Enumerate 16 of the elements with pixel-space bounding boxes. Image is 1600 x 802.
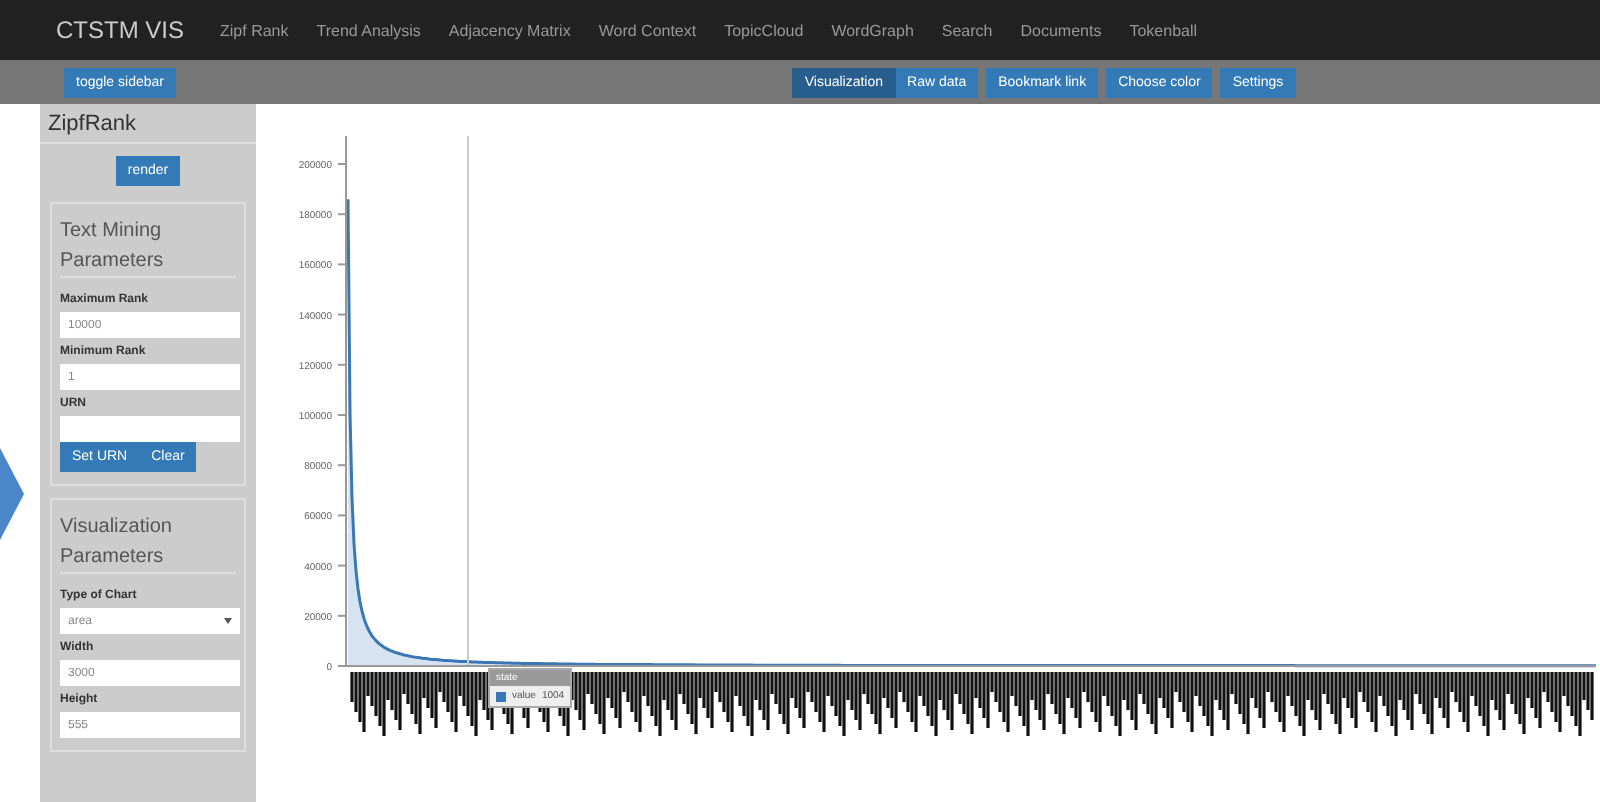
section-title: Visualization Parameters (60, 512, 236, 574)
brand-title[interactable]: CTSTM VIS (56, 16, 185, 44)
input-field[interactable] (60, 416, 240, 442)
sidebar-title: ZipfRank (40, 112, 256, 144)
nav-link[interactable]: Documents (1020, 21, 1102, 39)
nav-link[interactable]: Search (941, 21, 993, 39)
nav-link[interactable]: TopicCloud (724, 21, 804, 39)
nav-link[interactable]: WordGraph (831, 21, 914, 39)
arrow-icon (0, 448, 24, 540)
nav-link[interactable]: Zipf Rank (220, 21, 289, 39)
nav-link[interactable]: Adjacency Matrix (448, 21, 571, 39)
nav-link[interactable]: Trend Analysis (316, 21, 421, 39)
caret-icon (224, 618, 232, 624)
nav-link[interactable]: Tokenball (1129, 21, 1198, 39)
nav-link[interactable]: Word Context (598, 21, 697, 39)
section-title: Text Mining Parameters (60, 216, 236, 278)
